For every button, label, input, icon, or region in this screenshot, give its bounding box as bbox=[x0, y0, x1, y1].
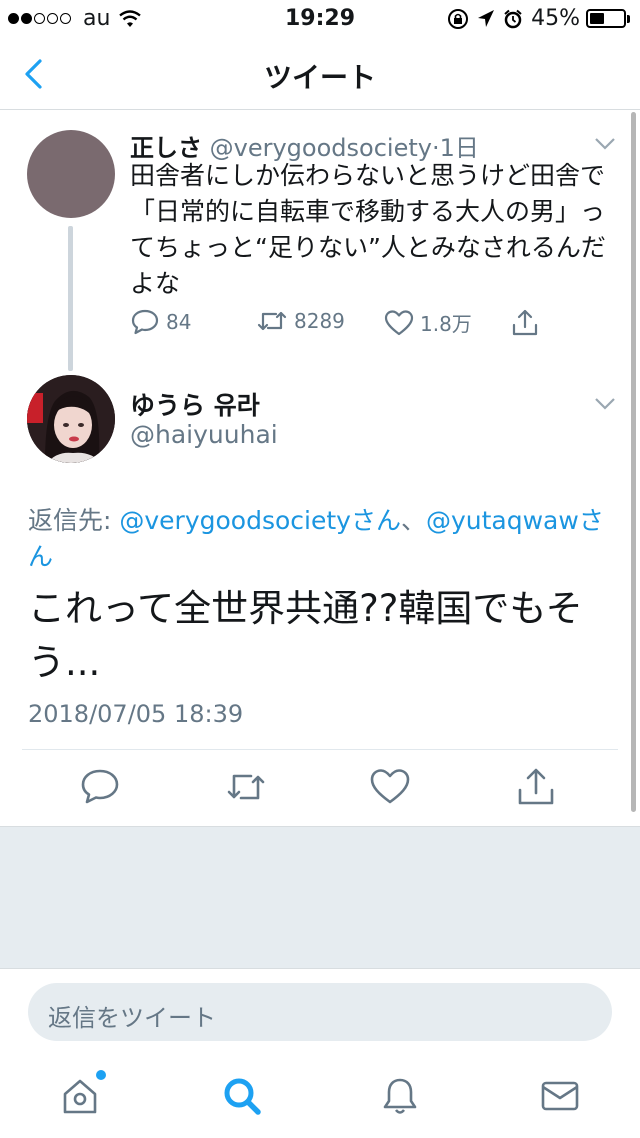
avatar-image bbox=[27, 375, 115, 463]
reply-count: 84 bbox=[166, 310, 192, 334]
orientation-lock-icon bbox=[448, 8, 469, 29]
battery-icon bbox=[586, 9, 630, 28]
tab-notifications[interactable] bbox=[378, 1074, 422, 1118]
chevron-down-icon[interactable] bbox=[594, 137, 616, 151]
avatar[interactable] bbox=[27, 375, 115, 463]
status-bar: au 19:29 45% bbox=[0, 0, 640, 40]
author-name[interactable]: ゆうら 유라 bbox=[130, 386, 260, 422]
location-arrow-icon bbox=[478, 9, 495, 27]
share-button[interactable] bbox=[510, 308, 546, 338]
divider bbox=[22, 749, 618, 750]
share-icon bbox=[512, 309, 538, 336]
mention-separator: 、 bbox=[400, 506, 426, 535]
tweet-actions: 84 8289 1.8万 bbox=[130, 308, 550, 340]
status-right: 45% bbox=[447, 6, 630, 31]
tab-home[interactable] bbox=[58, 1070, 106, 1118]
heart-icon[interactable] bbox=[368, 765, 412, 809]
heart-icon bbox=[384, 309, 414, 335]
battery-percent: 45% bbox=[531, 6, 580, 31]
notifications-icon bbox=[383, 1078, 417, 1114]
reply-bar: 返信をツイート bbox=[0, 968, 640, 1058]
tweet-text: これって全世界共通??韓国でもそう... bbox=[28, 587, 583, 684]
tab-messages[interactable] bbox=[538, 1074, 582, 1118]
nav-bar: ツイート bbox=[0, 40, 640, 110]
home-icon bbox=[63, 1079, 97, 1114]
reply-button[interactable]: 84 bbox=[130, 308, 191, 336]
like-button[interactable]: 1.8万 bbox=[384, 308, 472, 337]
author-handle[interactable]: @haiyuuhai bbox=[130, 420, 278, 449]
empty-area bbox=[0, 826, 640, 968]
mention-link[interactable]: @verygoodsocietyさん bbox=[119, 506, 401, 535]
tab-search[interactable] bbox=[220, 1074, 264, 1118]
avatar[interactable] bbox=[27, 130, 115, 218]
reply-context: 返信先: @verygoodsocietyさん、@yutaqwawさん bbox=[28, 503, 608, 575]
reply-prefix: 返信先: bbox=[28, 506, 120, 535]
reply-icon bbox=[131, 309, 159, 335]
notification-dot bbox=[96, 1070, 106, 1080]
messages-icon bbox=[541, 1081, 579, 1111]
reply-icon[interactable] bbox=[78, 765, 122, 809]
thread-connector bbox=[68, 226, 73, 371]
tweet-actions bbox=[0, 765, 640, 813]
like-count: 1.8万 bbox=[420, 312, 472, 336]
scrollbar[interactable] bbox=[631, 112, 636, 812]
tab-bar bbox=[0, 1058, 640, 1138]
reply-input[interactable]: 返信をツイート bbox=[28, 983, 612, 1041]
retweet-icon bbox=[257, 311, 287, 331]
alarm-icon bbox=[504, 9, 522, 28]
chevron-down-icon[interactable] bbox=[594, 397, 616, 411]
tweet-timestamp: 2018/07/05 18:39 bbox=[28, 700, 244, 728]
tweet-text: 田舎者にしか伝わらないと思うけど田舎で「日常的に自転車で移動する大人の男」ってち… bbox=[130, 161, 606, 298]
page-title: ツイート bbox=[263, 61, 376, 94]
share-icon[interactable] bbox=[514, 765, 558, 809]
retweet-icon[interactable] bbox=[224, 765, 268, 809]
retweet-button[interactable]: 8289 bbox=[256, 308, 345, 334]
retweet-count: 8289 bbox=[294, 309, 345, 333]
search-icon bbox=[224, 1078, 261, 1115]
